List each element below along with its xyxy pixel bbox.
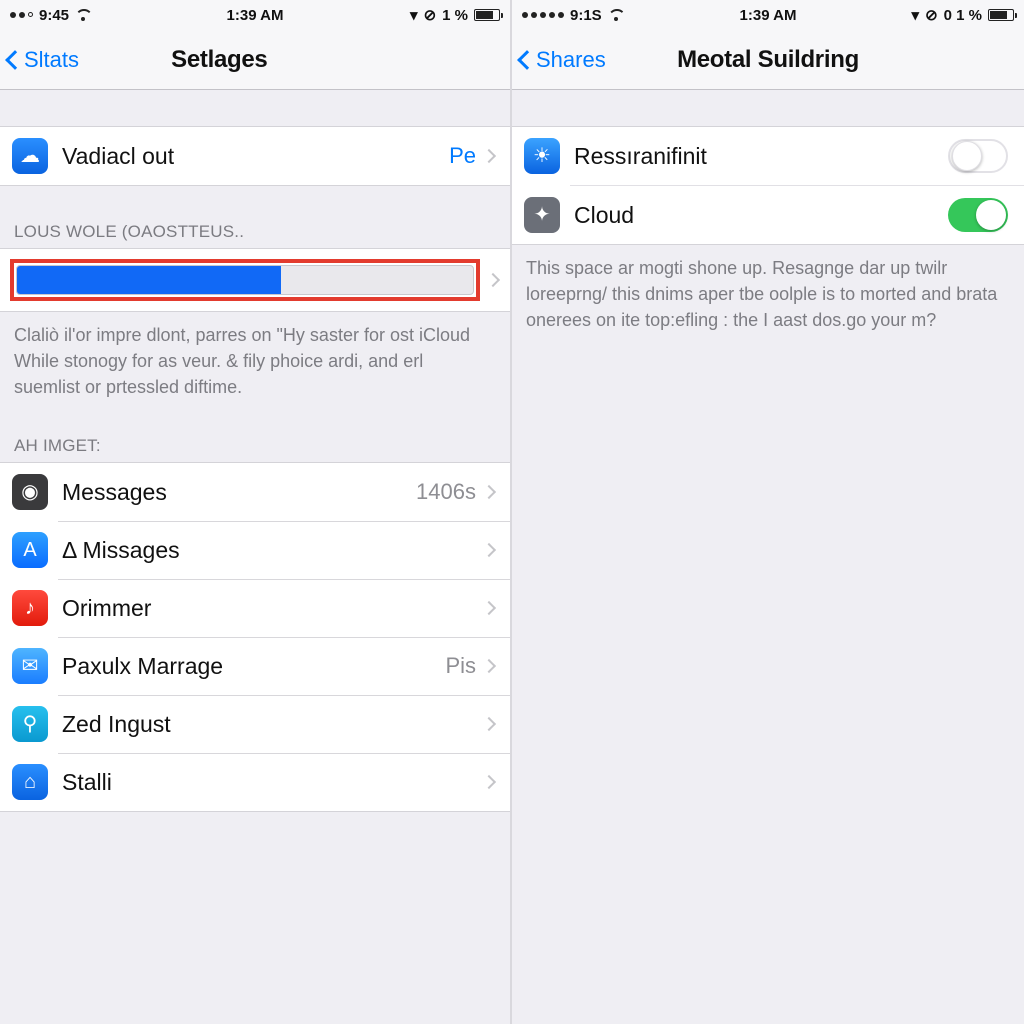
page-title: Meotal Suildring	[677, 46, 859, 74]
status-time-center: 1:39 AM	[227, 7, 284, 24]
chevron-left-icon	[5, 50, 25, 70]
storage-bar	[16, 265, 474, 295]
battery-icon	[474, 9, 500, 21]
app-label: Δ Missages	[62, 537, 484, 564]
status-bar: 9:1S 1:39 AM ▾ ⊘ 0 1 %	[512, 0, 1024, 30]
cloud-app-icon: ✦	[524, 197, 560, 233]
mail-icon: ✉	[12, 648, 48, 684]
cloud-row[interactable]: ✦ Cloud	[512, 186, 1024, 244]
app-row-missages[interactable]: A Δ Missages	[0, 521, 510, 579]
app-label: Messages	[62, 479, 416, 506]
app-row-stalli[interactable]: ⌂ Stalli	[0, 753, 510, 811]
home-icon: ⌂	[12, 764, 48, 800]
status-time-left: 9:1S	[570, 7, 602, 24]
music-icon: ♪	[12, 590, 48, 626]
right-screen: 9:1S 1:39 AM ▾ ⊘ 0 1 % Shares Meotal Sui…	[512, 0, 1024, 1024]
apps-header: AH IMGET:	[0, 436, 510, 462]
app-row-paxulx[interactable]: ✉ Paxulx Marrage Pis	[0, 637, 510, 695]
app-label: Stalli	[62, 769, 484, 796]
storage-used-fill	[17, 266, 281, 294]
battery-percent: 1 %	[442, 7, 468, 24]
chevron-right-icon	[482, 775, 496, 789]
storage-row[interactable]	[0, 249, 510, 311]
ressiranifinit-row[interactable]: ☀ Ressıranifinit	[512, 127, 1024, 185]
alarm-icon: ⊘	[424, 6, 437, 24]
battery-icon	[988, 9, 1014, 21]
content: ☁ Vadiacl out Pe LOUS WOLE (OAOSTTEUS..	[0, 90, 510, 1024]
app-detail: 1406s	[416, 479, 476, 505]
ressiranifinit-toggle[interactable]	[948, 139, 1008, 173]
app-row-messages[interactable]: ◉ Messages 1406s	[0, 463, 510, 521]
content: ☀ Ressıranifinit ✦ Cloud This space ar m…	[512, 90, 1024, 1024]
chevron-left-icon	[517, 50, 537, 70]
chevron-right-icon	[486, 273, 500, 287]
app-detail: Pis	[445, 653, 476, 679]
cloud-toggle[interactable]	[948, 198, 1008, 232]
app-row-zed[interactable]: ⚲ Zed Ingust	[0, 695, 510, 753]
app-row-orimmer[interactable]: ♪ Orimmer	[0, 579, 510, 637]
right-footer: This space ar mogti shone up. Resagnge d…	[512, 245, 1024, 333]
contacts-icon: ⚲	[12, 706, 48, 742]
chevron-right-icon	[482, 149, 496, 163]
vadiacl-group: ☁ Vadiacl out Pe	[0, 126, 510, 186]
status-bar: 9:45 1:39 AM ▾ ⊘ 1 %	[0, 0, 510, 30]
weather-icon: ☀	[524, 138, 560, 174]
storage-footer: Claliò il'or impre dlont, parres on "Hy …	[0, 312, 510, 400]
app-label: Zed Ingust	[62, 711, 484, 738]
cloud-icon: ☁	[12, 138, 48, 174]
app-label: Paxulx Marrage	[62, 653, 445, 680]
nav-bar: Shares Meotal Suildring	[512, 30, 1024, 90]
battery-percent: 0 1 %	[944, 7, 982, 24]
location-icon: ▾	[410, 6, 418, 24]
storage-header: LOUS WOLE (OAOSTTEUS..	[0, 222, 510, 248]
status-time-left: 9:45	[39, 7, 69, 24]
toggles-group: ☀ Ressıranifinit ✦ Cloud	[512, 126, 1024, 245]
storage-group	[0, 248, 510, 312]
wifi-icon	[75, 9, 91, 21]
chevron-right-icon	[482, 485, 496, 499]
appstore-icon: A	[12, 532, 48, 568]
signal-dots-icon	[10, 12, 33, 18]
vadiacl-detail: Pe	[449, 143, 476, 169]
row-label: Cloud	[574, 202, 948, 229]
wifi-icon	[608, 9, 624, 21]
chevron-right-icon	[482, 543, 496, 557]
back-label: Shares	[536, 47, 606, 73]
chevron-right-icon	[482, 659, 496, 673]
storage-highlight-box	[10, 259, 480, 301]
back-button[interactable]: Sltats	[8, 47, 79, 73]
apps-group: ◉ Messages 1406s A Δ Missages ♪ Orimmer …	[0, 462, 510, 812]
nav-bar: Sltats Setlages	[0, 30, 510, 90]
location-icon: ▾	[912, 6, 920, 24]
status-time-center: 1:39 AM	[740, 7, 797, 24]
left-screen: 9:45 1:39 AM ▾ ⊘ 1 % Sltats Setlages ☁	[0, 0, 512, 1024]
vadiacl-label: Vadiacl out	[62, 143, 449, 170]
vadiacl-row[interactable]: ☁ Vadiacl out Pe	[0, 127, 510, 185]
camera-icon: ◉	[12, 474, 48, 510]
page-title: Setlages	[171, 46, 267, 74]
back-label: Sltats	[24, 47, 79, 73]
app-label: Orimmer	[62, 595, 484, 622]
alarm-icon: ⊘	[925, 6, 938, 24]
signal-dots-icon	[522, 12, 564, 18]
row-label: Ressıranifinit	[574, 143, 948, 170]
chevron-right-icon	[482, 601, 496, 615]
chevron-right-icon	[482, 717, 496, 731]
back-button[interactable]: Shares	[520, 47, 606, 73]
